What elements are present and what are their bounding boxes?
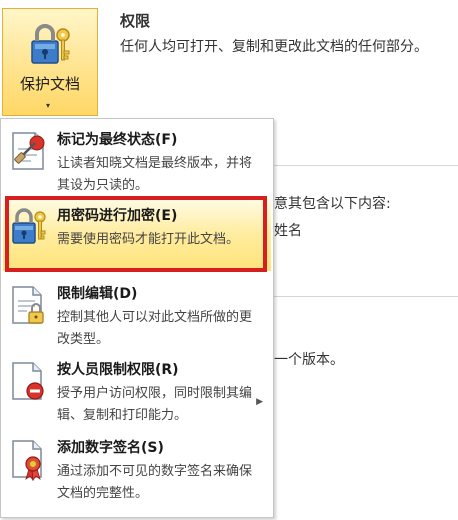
menu-item-mark-final[interactable]: 标记为最终状态(F) 让读者知晓文档是最终版本，并将其设为只读的。: [3, 123, 271, 199]
menu-item-description: 需要使用密码才能打开此文档。: [57, 232, 240, 247]
protect-document-menu: 标记为最终状态(F) 让读者知晓文档是最终版本，并将其设为只读的。 用密码进行加…: [0, 118, 274, 518]
menu-item-title: 标记为最终状态(F): [57, 132, 178, 148]
protect-document-label: 保护文档: [19, 75, 80, 93]
digital-signature-icon: [12, 440, 42, 481]
mark-final-icon: [12, 132, 45, 170]
submenu-arrow-icon: ▶: [256, 397, 263, 407]
protect-document-button[interactable]: 保护文档 ▾: [2, 8, 98, 116]
menu-item-description: 通过添加不可见的数字签名来确保文档的完整性。: [57, 464, 253, 501]
permissions-title: 权限: [120, 12, 151, 30]
restrict-permission-icon: [12, 362, 44, 400]
inspect-item-name: 姓名: [274, 223, 302, 239]
encrypt-lock-icon: [12, 208, 46, 244]
chevron-down-icon: ▾: [46, 101, 51, 110]
menu-item-title: 添加数字签名(S): [57, 440, 164, 456]
menu-item-restrict-editing[interactable]: 限制编辑(D) 控制其他人可以对此文档所做的更改类型。: [3, 277, 271, 353]
permissions-description: 任何人均可打开、复制和更改此文档的任何部分。: [120, 39, 428, 55]
restrict-editing-icon: [12, 286, 44, 324]
menu-item-description: 授予用户访问权限，同时限制其编辑、复制和打印能力。: [57, 386, 253, 423]
section-divider: [272, 165, 458, 166]
menu-item-restrict-permission[interactable]: 按人员限制权限(R) 授予用户访问权限，同时限制其编辑、复制和打印能力。 ▶: [3, 353, 271, 431]
menu-item-title: 限制编辑(D): [57, 286, 138, 302]
versions-text: 一个版本。: [274, 352, 344, 368]
section-divider: [272, 296, 458, 297]
lock-key-icon: [31, 24, 70, 64]
menu-item-description: 让读者知晓文档是最终版本，并将其设为只读的。: [57, 156, 253, 193]
menu-item-title: 按人员限制权限(R): [57, 362, 179, 378]
menu-item-title: 用密码进行加密(E): [57, 208, 178, 224]
inspect-text: 意其包含以下内容:: [274, 196, 391, 212]
menu-item-digital-signature[interactable]: 添加数字签名(S) 通过添加不可见的数字签名来确保文档的完整性。: [3, 431, 271, 511]
menu-item-description: 控制其他人可以对此文档所做的更改类型。: [57, 310, 253, 347]
menu-item-encrypt-password[interactable]: 用密码进行加密(E) 需要使用密码才能打开此文档。: [3, 199, 271, 271]
